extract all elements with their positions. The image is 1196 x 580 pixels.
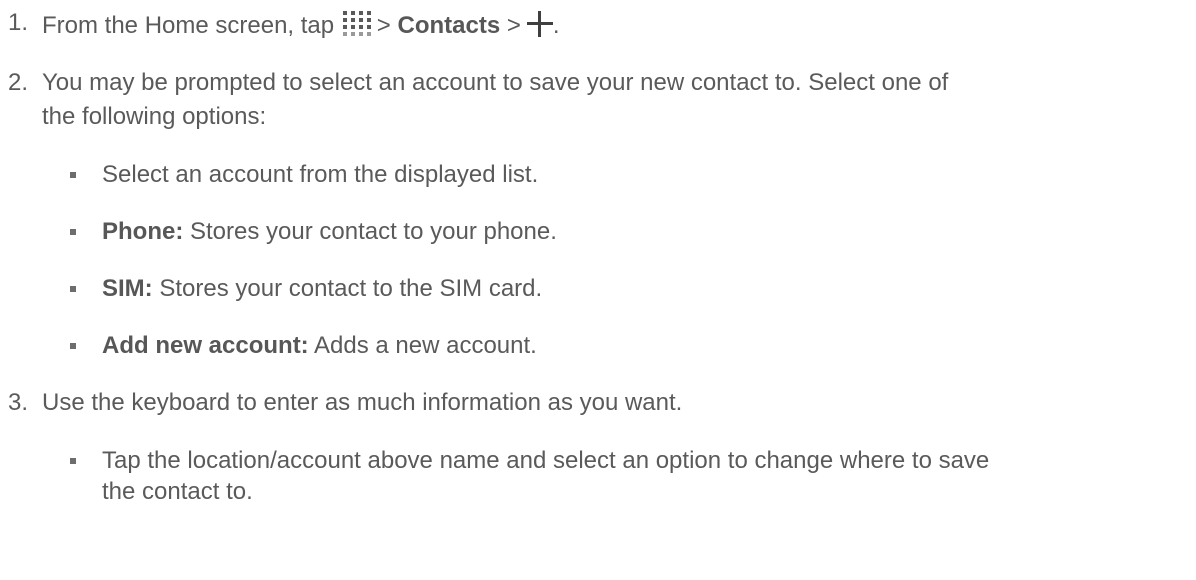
step-number: 2. xyxy=(8,69,29,96)
bullet-text: Adds a new account. xyxy=(314,332,537,359)
step-number: 3. xyxy=(8,389,29,416)
step-2-continued: the following options: xyxy=(42,103,266,131)
option-label: SIM: xyxy=(102,275,153,302)
bullet-icon xyxy=(70,343,76,349)
step-number: 1. xyxy=(8,9,29,36)
bullet-icon xyxy=(70,229,76,235)
add-plus-icon xyxy=(526,11,553,37)
contacts-label: Contacts xyxy=(397,12,501,39)
option-label: Add new account: xyxy=(102,332,309,359)
option-label: Phone: xyxy=(102,218,184,245)
bullet-text: the contact to. xyxy=(102,478,253,505)
bullet-text: Stores your contact to the SIM card. xyxy=(159,275,543,302)
bullet-text: Stores your contact to your phone. xyxy=(190,218,557,245)
bullet-text: Tap the location/account above name and … xyxy=(102,447,990,474)
period: . xyxy=(552,12,560,39)
bullet-icon xyxy=(70,458,76,464)
step-text: From the Home screen, tap xyxy=(42,12,335,39)
step-text: You may be prompted to select an account… xyxy=(42,69,949,96)
bullet-icon xyxy=(70,172,76,178)
list-item-continued: the contact to. xyxy=(102,478,253,506)
step-text: Use the keyboard to enter as much inform… xyxy=(42,389,683,416)
separator: > xyxy=(376,12,391,39)
bullet-icon xyxy=(70,286,76,292)
step-text: the following options: xyxy=(42,103,267,130)
bullet-text: Select an account from the displayed lis… xyxy=(102,161,539,188)
separator: > xyxy=(506,12,521,39)
apps-grid-icon xyxy=(342,9,373,36)
